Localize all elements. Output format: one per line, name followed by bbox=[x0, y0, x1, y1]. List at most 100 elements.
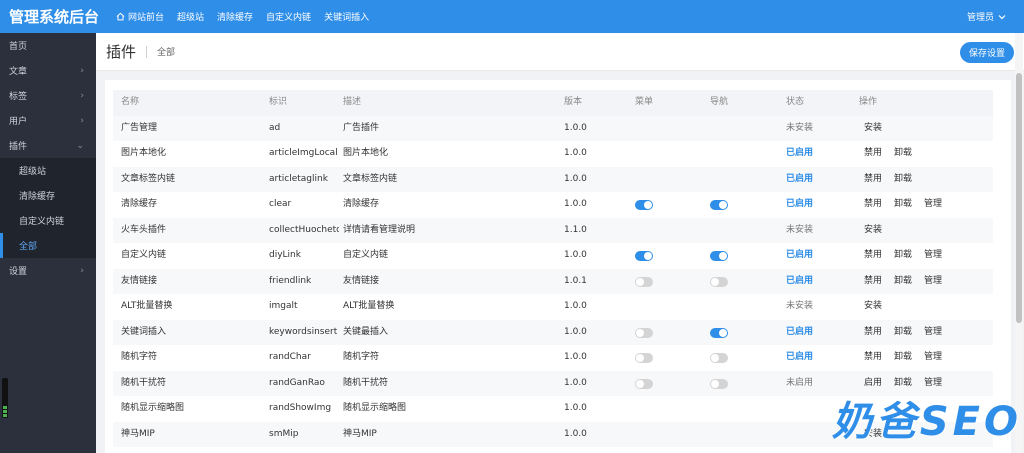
sidebar-item-settings[interactable]: 设置 › bbox=[0, 258, 96, 283]
menu-toggle[interactable] bbox=[635, 378, 653, 389]
action-button[interactable]: 卸载 bbox=[894, 192, 912, 218]
plugin-id: articleImgLocal bbox=[269, 148, 338, 158]
admin-menu[interactable]: 管理员 bbox=[967, 10, 1006, 23]
table-row: 图片本地化 articleImgLocal 图片本地化 1.0.0 已启用 禁用 卸载 bbox=[113, 141, 993, 167]
col-header-menu: 菜单 bbox=[635, 97, 654, 107]
action-button[interactable]: 卸载 bbox=[894, 141, 912, 167]
col-header-name: 名称 bbox=[121, 97, 140, 107]
top-nav: 网站前台 超级站 清除缓存 自定义内链 关键词插入 bbox=[116, 10, 382, 23]
action-button[interactable]: 禁用 bbox=[864, 269, 882, 295]
action-button[interactable]: 禁用 bbox=[864, 141, 882, 167]
nav-toggle[interactable] bbox=[710, 276, 728, 287]
menu-toggle-cell bbox=[635, 269, 695, 295]
plugin-name: 神马MIP bbox=[121, 428, 155, 439]
status-badge: 已启用 bbox=[786, 275, 814, 286]
row-actions: 禁用 卸载 管理 bbox=[859, 345, 989, 371]
save-settings-button[interactable]: 保存设置 bbox=[959, 42, 1014, 63]
action-button[interactable]: 卸载 bbox=[894, 320, 912, 346]
action-button[interactable]: 管理 bbox=[924, 320, 942, 346]
nav-toggle[interactable] bbox=[710, 353, 728, 363]
action-button[interactable]: 安装 bbox=[864, 218, 882, 244]
row-actions: 安装 bbox=[859, 218, 989, 244]
plugin-id: randGanRao bbox=[269, 377, 325, 388]
table-header: 名称 标识 描述 版本 菜单 导航 状态 操作 bbox=[113, 90, 993, 116]
nav-clear-cache[interactable]: 清除缓存 bbox=[217, 10, 253, 23]
row-actions: 禁用 卸载 管理 bbox=[859, 243, 989, 269]
plugin-id: diyLink bbox=[269, 250, 301, 260]
plugin-id: keywordsinsert bbox=[269, 326, 338, 337]
plugin-version: 1.0.0 bbox=[564, 352, 587, 362]
plugin-version: 1.0.0 bbox=[564, 173, 587, 184]
nav-toggle-cell bbox=[710, 269, 770, 295]
action-button[interactable]: 禁用 bbox=[864, 192, 882, 218]
nav-toggle-cell bbox=[710, 192, 770, 218]
menu-toggle-cell bbox=[635, 396, 695, 422]
action-button[interactable]: 安装 bbox=[864, 294, 882, 320]
nav-toggle[interactable] bbox=[710, 251, 728, 261]
sidebar-item-plugins[interactable]: 插件 ⌄ bbox=[0, 133, 96, 158]
sidebar-sub-custom-links[interactable]: 自定义内链 bbox=[0, 208, 96, 233]
sidebar-item-label: 标签 bbox=[9, 92, 28, 102]
nav-toggle[interactable] bbox=[710, 378, 728, 389]
action-button[interactable]: 禁用 bbox=[864, 167, 882, 193]
menu-toggle[interactable] bbox=[635, 251, 653, 261]
menu-toggle[interactable] bbox=[635, 276, 653, 287]
menu-toggle[interactable] bbox=[635, 327, 653, 338]
nav-keyword-insert[interactable]: 关键词插入 bbox=[324, 10, 369, 23]
sidebar-sub-super-site[interactable]: 超级站 bbox=[0, 158, 96, 183]
sidebar-item-home[interactable]: 首页 bbox=[0, 33, 96, 58]
plugin-version: 1.0.0 bbox=[564, 403, 587, 413]
sidebar: 首页 文章 › 标签 › 用户 › 插件 ⌄ 超级站 清除缓存 自定义内链 全部 设置 › bbox=[0, 33, 96, 453]
sidebar-item-tags[interactable]: 标签 › bbox=[0, 83, 96, 108]
watermark: 奶爸SEO bbox=[831, 399, 1022, 445]
plugin-name: 火车头插件 bbox=[121, 224, 167, 235]
action-button[interactable]: 管理 bbox=[924, 243, 942, 269]
plugin-name: 随机显示缩略图 bbox=[121, 403, 185, 413]
chevron-right-icon: › bbox=[80, 265, 84, 276]
scrollbar-thumb[interactable] bbox=[1016, 73, 1022, 323]
plugin-version: 1.0.0 bbox=[564, 326, 587, 337]
plugin-name: 清除缓存 bbox=[121, 199, 158, 209]
nav-super-site[interactable]: 超级站 bbox=[177, 10, 204, 23]
action-button[interactable]: 安装 bbox=[864, 116, 882, 142]
action-button[interactable]: 管理 bbox=[924, 345, 942, 371]
plugin-id: clear bbox=[269, 199, 292, 209]
action-button[interactable]: 禁用 bbox=[864, 243, 882, 269]
sidebar-item-articles[interactable]: 文章 › bbox=[0, 58, 96, 83]
sidebar-sub-clear-cache[interactable]: 清除缓存 bbox=[0, 183, 96, 208]
sidebar-sub-all[interactable]: 全部 bbox=[0, 233, 96, 258]
menu-toggle[interactable] bbox=[635, 200, 653, 210]
action-button[interactable]: 管理 bbox=[924, 192, 942, 218]
action-button[interactable]: 卸载 bbox=[894, 345, 912, 371]
sidebar-item-label: 插件 bbox=[9, 142, 28, 152]
chevron-down-icon bbox=[998, 14, 1006, 19]
plugin-desc: 友情链接 bbox=[343, 275, 380, 286]
action-button[interactable]: 卸载 bbox=[894, 243, 912, 269]
plugin-id: friendlink bbox=[269, 275, 312, 286]
nav-toggle[interactable] bbox=[710, 327, 728, 338]
menu-toggle-cell bbox=[635, 218, 695, 244]
plugin-name: 广告管理 bbox=[121, 122, 158, 133]
sidebar-item-users[interactable]: 用户 › bbox=[0, 108, 96, 133]
top-bar: 管理系统后台 网站前台 超级站 清除缓存 自定义内链 关键词插入 管理员 bbox=[0, 0, 1024, 33]
level-gauge-icon bbox=[2, 378, 8, 418]
menu-toggle-cell bbox=[635, 116, 695, 142]
action-button[interactable]: 禁用 bbox=[864, 345, 882, 371]
menu-toggle[interactable] bbox=[635, 353, 653, 363]
action-button[interactable]: 卸载 bbox=[894, 167, 912, 193]
sidebar-item-label: 用户 bbox=[9, 117, 28, 127]
nav-toggle-cell bbox=[710, 371, 770, 397]
admin-label: 管理员 bbox=[966, 13, 994, 23]
action-button[interactable]: 管理 bbox=[924, 269, 942, 295]
action-button[interactable]: 禁用 bbox=[864, 320, 882, 346]
nav-frontend[interactable]: 网站前台 bbox=[116, 10, 164, 23]
menu-toggle-cell bbox=[635, 371, 695, 397]
chevron-right-icon: › bbox=[80, 90, 84, 101]
plugin-desc: 详情请看管理说明 bbox=[343, 224, 416, 235]
action-button[interactable]: 卸载 bbox=[894, 269, 912, 295]
nav-toggle[interactable] bbox=[710, 200, 728, 210]
plugin-version: 1.0.0 bbox=[564, 301, 587, 311]
plugin-version: 1.0.0 bbox=[564, 377, 587, 388]
plugin-version: 1.0.0 bbox=[564, 148, 587, 158]
nav-custom-links[interactable]: 自定义内链 bbox=[266, 10, 311, 23]
